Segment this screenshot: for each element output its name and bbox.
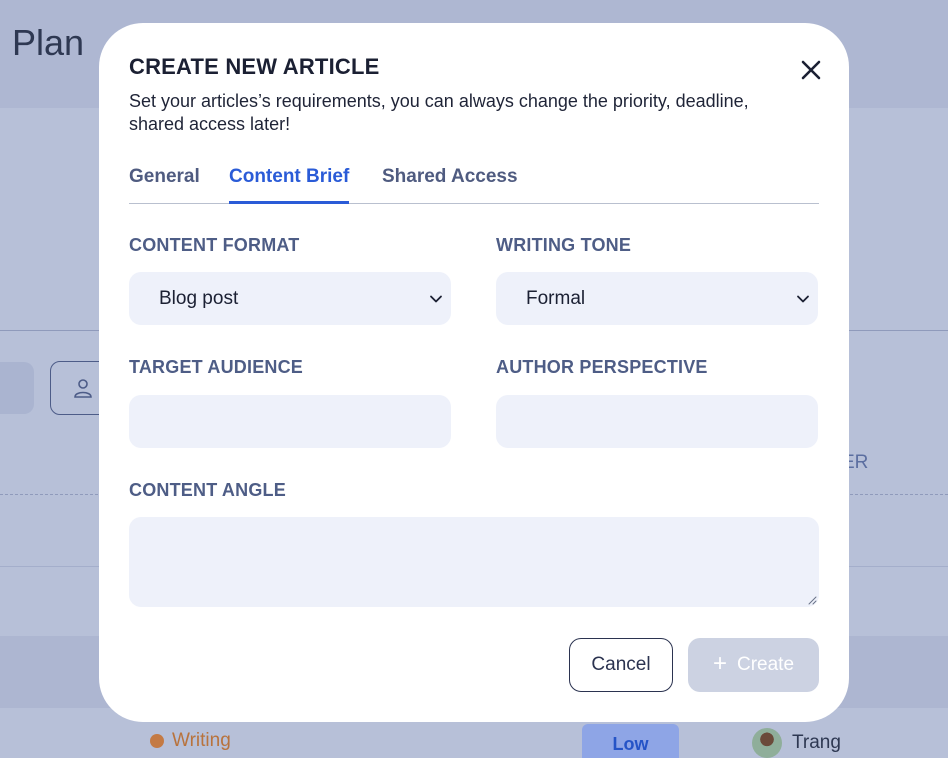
tab-bar: General Content Brief Shared Access [129,166,819,204]
resize-grip-icon[interactable] [808,596,817,605]
create-button-label: Create [736,654,795,675]
owner-cell: Trang [752,728,841,758]
target-audience-input[interactable] [129,395,451,448]
status-label: Writing [172,730,231,751]
content-angle-label: CONTENT ANGLE [129,480,286,500]
cancel-button[interactable]: Cancel [569,638,673,692]
owner-name: Trang [792,732,841,753]
writing-tone-label: WRITING TONE [496,235,632,255]
priority-badge: Low [582,724,679,758]
plus-icon: + [712,650,727,677]
tab-shared-access[interactable]: Shared Access [382,166,518,204]
writing-tone-value: Formal [526,288,586,309]
create-article-modal: CREATE NEW ARTICLE Set your articles’s r… [99,23,849,722]
page-title: Plan [12,22,85,63]
modal-title: CREATE NEW ARTICLE [129,54,380,79]
chevron-down-icon [797,295,809,303]
content-format-select[interactable]: Blog post [129,272,451,325]
modal-subtitle: Set your articles’s requirements, you ca… [129,91,749,134]
author-perspective-label: AUTHOR PERSPECTIVE [496,357,708,377]
writing-tone-select[interactable]: Formal [496,272,818,325]
tab-content-brief[interactable]: Content Brief [229,166,350,204]
status-dot-icon [150,734,164,748]
user-icon [74,379,92,398]
tab-general[interactable]: General [129,166,200,204]
status-badge: Writing [150,730,231,752]
content-format-value: Blog post [159,288,239,309]
create-button[interactable]: + Create [688,638,819,692]
avatar [752,728,782,758]
content-angle-textarea[interactable] [129,517,819,607]
author-perspective-input[interactable] [496,395,818,448]
chevron-down-icon [430,295,442,303]
filter-pill [0,362,34,414]
target-audience-label: TARGET AUDIENCE [129,357,303,377]
close-icon[interactable] [797,56,825,84]
content-format-label: CONTENT FORMAT [129,235,300,255]
